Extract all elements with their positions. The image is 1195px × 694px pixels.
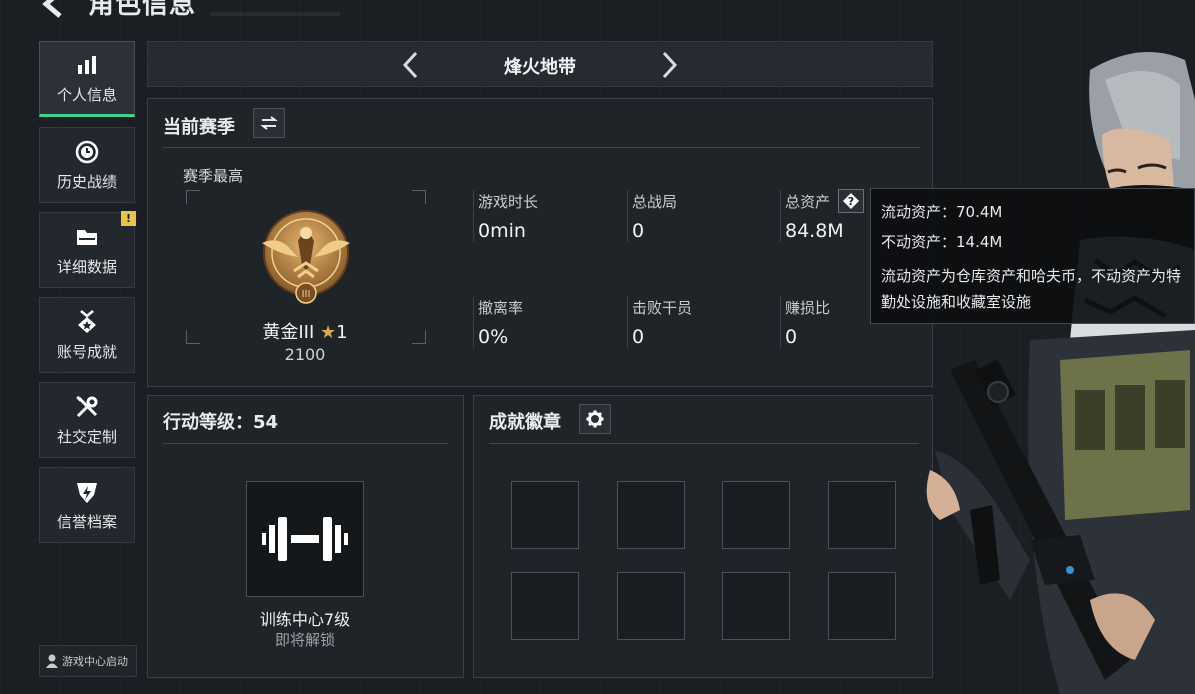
frame-corner — [186, 190, 200, 204]
stat-value: 0 — [632, 220, 645, 242]
sidebar-item-label: 详细数据 — [56, 257, 117, 276]
back-arrow-icon[interactable] — [38, 0, 68, 18]
stat-extraction-rate: 撤离率 0% — [478, 297, 523, 348]
stat-divider — [627, 190, 628, 242]
season-title: 当前赛季 — [163, 117, 235, 138]
header: 角色信息 — [0, 0, 420, 26]
launch-label: 游戏中心启动 — [62, 655, 128, 668]
dumbbell-icon — [262, 517, 348, 561]
bar-chart-icon — [74, 52, 100, 78]
stat-divider — [780, 190, 781, 242]
stat-label: 总资产 — [785, 193, 831, 211]
svg-text:III: III — [302, 289, 311, 300]
svg-text:?: ? — [848, 195, 854, 208]
stat-label: 撤离率 — [478, 299, 524, 317]
sidebar-item-history[interactable]: 历史战绩 — [39, 127, 135, 203]
achievements-title: 成就徽章 — [489, 412, 561, 433]
sidebar-item-detail-data[interactable]: ! 详细数据 — [39, 211, 136, 288]
medal-icon — [74, 309, 100, 335]
star-icon: ★ — [320, 322, 337, 343]
page-title: 角色信息 — [88, 0, 197, 20]
stat-value: 0 — [632, 326, 645, 348]
rank-stars: 1 — [336, 322, 348, 343]
gold-rank-emblem-icon: III — [262, 210, 350, 304]
sidebar-item-label: 社交定制 — [56, 427, 117, 446]
frame-corner — [412, 190, 426, 204]
sidebar-item-social[interactable]: 社交定制 — [39, 382, 135, 458]
folder-icon — [74, 224, 100, 250]
swap-icon — [260, 116, 278, 130]
help-icon[interactable]: ? — [838, 189, 864, 213]
rank-score: 2100 — [284, 345, 326, 364]
stat-divider — [627, 296, 628, 348]
training-center-card[interactable] — [246, 481, 364, 597]
user-icon — [46, 654, 58, 668]
stat-label: 总战局 — [632, 193, 678, 211]
achievements-settings-button[interactable] — [579, 404, 611, 434]
badge-slot[interactable] — [617, 481, 685, 549]
stat-value: 0% — [478, 326, 509, 348]
badge-slot[interactable] — [722, 572, 790, 640]
season-best-label: 赛季最高 — [183, 167, 244, 185]
mode-switcher: 烽火地带 — [147, 41, 933, 87]
sidebar-item-label: 历史战绩 — [56, 172, 117, 191]
operator-character-illustration — [926, 52, 1195, 694]
rank-tier: 黄金III — [262, 322, 315, 343]
training-center-name: 训练中心7级 — [259, 610, 351, 629]
stat-value: 84.8M — [785, 220, 844, 242]
stat-profit-loss-ratio: 赚损比 0 — [785, 297, 830, 348]
alert-badge: ! — [121, 211, 136, 226]
stat-total-assets: 总资产 84.8M — [785, 191, 844, 242]
training-center-status: 即将解锁 — [274, 631, 335, 649]
stat-divider — [780, 296, 781, 348]
game-center-launch-button[interactable]: 游戏中心启动 — [39, 645, 137, 677]
tools-icon — [74, 394, 100, 420]
badge-slot[interactable] — [617, 572, 685, 640]
tooltip-description: 流动资产为仓库资产和哈夫币，不动资产为特勤处设施和收藏室设施 — [881, 267, 1182, 311]
stat-label: 游戏时长 — [478, 193, 539, 211]
mode-title: 烽火地带 — [504, 57, 576, 78]
tooltip-liquid-assets: 流动资产：70.4M — [881, 203, 1003, 221]
header-divider — [210, 12, 340, 16]
stat-operators-defeated: 击败干员 0 — [632, 297, 692, 348]
rank-name: 黄金III ★1 — [150, 318, 460, 344]
stat-total-matches: 总战局 0 — [632, 191, 677, 242]
assets-tooltip: 流动资产：70.4M 不动资产：14.4M 流动资产为仓库资产和哈夫币，不动资产… — [870, 188, 1195, 324]
stat-label: 击败干员 — [632, 299, 693, 317]
gear-icon — [586, 410, 604, 428]
badge-slot[interactable] — [511, 572, 579, 640]
clock-icon — [74, 139, 100, 165]
stat-value: 0min — [478, 220, 526, 242]
stat-divider — [473, 296, 474, 348]
badge-slot[interactable] — [722, 481, 790, 549]
season-switch-button[interactable] — [253, 108, 285, 138]
sidebar-item-label: 个人信息 — [56, 85, 117, 104]
stat-divider — [473, 190, 474, 242]
stat-value: 0 — [785, 326, 798, 348]
sidebar-item-achievements[interactable]: 账号成就 — [39, 297, 135, 373]
badge-slot[interactable] — [511, 481, 579, 549]
tooltip-fixed-assets: 不动资产：14.4M — [881, 233, 1003, 251]
next-mode-icon[interactable] — [656, 50, 682, 80]
shield-bolt-icon — [74, 479, 100, 505]
stat-label: 赚损比 — [785, 299, 831, 317]
action-level-divider — [163, 443, 448, 444]
sidebar-item-personal-info[interactable]: 个人信息 — [39, 41, 135, 117]
action-level-title: 行动等级：54 — [163, 412, 279, 433]
sidebar-item-label: 信誉档案 — [56, 512, 117, 531]
sidebar-item-label: 账号成就 — [56, 342, 117, 361]
season-divider — [163, 147, 920, 148]
stat-play-time: 游戏时长 0min — [478, 191, 538, 242]
achievements-divider — [489, 443, 919, 444]
sidebar-item-reputation[interactable]: 信誉档案 — [39, 467, 135, 543]
